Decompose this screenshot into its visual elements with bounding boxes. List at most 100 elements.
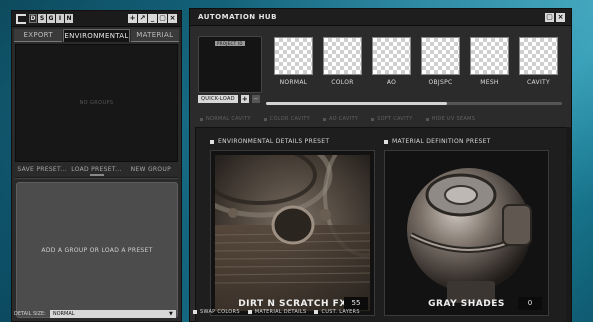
option-label: HIDE UV SEAMS xyxy=(431,116,476,122)
toggle-label: MATERIAL DETAILS xyxy=(254,309,307,315)
map-slots: NORMAL COLOR AO OBJSPC MESH CAVITY xyxy=(274,37,558,86)
toggle-cust-layers[interactable]: CUST. LAYERS xyxy=(314,309,359,315)
add-window-button[interactable]: + xyxy=(128,14,137,23)
material-toggles: SWAP COLORS MATERIAL DETAILS CUST. LAYER… xyxy=(193,309,360,315)
option-ao-cavity[interactable]: AO CAVITY xyxy=(323,116,358,122)
checkbox-icon xyxy=(247,310,252,314)
content-scrollbar[interactable] xyxy=(566,127,571,322)
panel-tabs: EXPORT ENVIRONMENTAL MATERIAL xyxy=(12,29,181,42)
slider-fill xyxy=(266,102,447,105)
option-label: COLOR CAVITY xyxy=(269,116,310,122)
quick-load-button[interactable]: QUICK-LOAD xyxy=(198,95,238,103)
toggle-material-details[interactable]: MATERIAL DETAILS xyxy=(247,309,307,315)
dropzone-text: ADD A GROUP OR LOAD A PRESET xyxy=(41,246,153,254)
maximize-button[interactable]: ▢ xyxy=(158,14,167,23)
map-label: AO xyxy=(386,79,397,86)
checkbox-icon[interactable] xyxy=(384,139,388,144)
empty-map-thumbnail xyxy=(274,37,313,75)
checkbox-icon xyxy=(314,310,319,314)
option-hide-uv-seams[interactable]: HIDE UV SEAMS xyxy=(425,116,476,122)
groups-empty-text: NO GROUPS xyxy=(79,100,114,106)
checkbox-icon[interactable] xyxy=(210,139,214,144)
close-button[interactable]: × xyxy=(168,14,177,23)
logo-letter: D xyxy=(29,14,37,23)
detail-size-dropdown[interactable]: NORMAL ▼ xyxy=(49,310,176,318)
quickload-controls: QUICK-LOAD + − xyxy=(198,95,260,103)
cavity-options: NORMAL CAVITY COLOR CAVITY AO CAVITY SOF… xyxy=(200,116,475,122)
option-label: NORMAL CAVITY xyxy=(206,116,251,122)
option-color-cavity[interactable]: COLOR CAVITY xyxy=(263,116,310,122)
new-group-button[interactable]: NEW GROUP xyxy=(124,165,178,175)
detail-size-label: DETAIL SIZE: xyxy=(14,311,46,317)
chevron-down-icon: ▼ xyxy=(169,311,173,317)
logo-letter: G xyxy=(47,14,55,23)
hub-titlebar[interactable]: AUTOMATION HUB ▢ × xyxy=(190,9,571,26)
section-title: MATERIAL DEFINITION PRESET xyxy=(392,138,491,145)
detail-size-value: NORMAL xyxy=(52,311,75,317)
checkbox-icon xyxy=(371,117,375,121)
remove-button[interactable]: − xyxy=(251,95,260,103)
window-title: AUTOMATION HUB xyxy=(198,13,277,21)
env-section-header: ENVIRONMENTAL DETAILS PRESET xyxy=(210,138,329,145)
dsgin-panel: D S G I N + ↗ _ ▢ × EXPORT ENVIRONMENTAL… xyxy=(11,10,182,322)
empty-map-thumbnail xyxy=(519,37,558,75)
toggle-label: CUST. LAYERS xyxy=(321,309,360,315)
tab-export[interactable]: EXPORT xyxy=(14,29,63,42)
map-slot-normal[interactable]: NORMAL xyxy=(274,37,313,86)
minimize-button[interactable]: _ xyxy=(148,14,157,23)
automation-hub-window: AUTOMATION HUB ▢ × PROJECT ID NORMAL COL… xyxy=(189,8,572,322)
detail-size-row: DETAIL SIZE: NORMAL ▼ xyxy=(14,310,176,318)
option-soft-cavity[interactable]: SOFT CAVITY xyxy=(371,116,412,122)
quickload-slider[interactable] xyxy=(266,102,562,105)
map-label: CAVITY xyxy=(527,79,550,86)
group-dropzone[interactable]: ADD A GROUP OR LOAD A PRESET xyxy=(16,182,178,318)
preset-count-badge: 0 xyxy=(518,297,542,310)
logo-letters: D S G I N xyxy=(29,14,73,23)
checkbox-icon xyxy=(193,310,197,314)
panel-divider xyxy=(15,177,178,179)
map-label: NORMAL xyxy=(279,79,308,86)
option-label: AO CAVITY xyxy=(329,116,359,122)
empty-map-thumbnail xyxy=(323,37,362,75)
close-button[interactable]: × xyxy=(556,12,565,22)
map-slot-color[interactable]: COLOR xyxy=(323,37,362,86)
popout-button[interactable]: ↗ xyxy=(138,14,147,23)
preset-content: ENVIRONMENTAL DETAILS PRESET MATERIAL DE… xyxy=(195,127,567,322)
option-label: SOFT CAVITY xyxy=(377,116,413,122)
option-normal-cavity[interactable]: NORMAL CAVITY xyxy=(200,116,251,122)
map-label: MESH xyxy=(480,79,499,86)
dsgin-logo-icon xyxy=(16,13,26,24)
mat-preset-card[interactable]: GRAY SHADES 0 xyxy=(384,150,549,316)
empty-map-thumbnail xyxy=(372,37,411,75)
checkbox-icon xyxy=(425,117,429,121)
resize-grip-icon[interactable] xyxy=(90,174,104,176)
env-preset-card[interactable]: DIRT N SCRATCH FX 55 xyxy=(210,150,375,316)
map-slot-ao[interactable]: AO xyxy=(372,37,411,86)
map-slot-mesh[interactable]: MESH xyxy=(470,37,509,86)
map-slot-cavity[interactable]: CAVITY xyxy=(519,37,558,86)
map-slot-objspc[interactable]: OBJSPC xyxy=(421,37,460,86)
logo-letter: S xyxy=(38,14,46,23)
empty-map-thumbnail xyxy=(470,37,509,75)
mat-section-header: MATERIAL DEFINITION PRESET xyxy=(384,138,491,145)
gray-shades-preview-image xyxy=(389,155,544,311)
checkbox-icon xyxy=(323,117,326,121)
map-label: COLOR xyxy=(331,79,354,86)
map-label: OBJSPC xyxy=(428,79,453,86)
checkbox-icon xyxy=(200,117,203,121)
save-preset-button[interactable]: SAVE PRESET... xyxy=(15,165,69,175)
empty-map-thumbnail xyxy=(421,37,460,75)
toggle-swap-colors[interactable]: SWAP COLORS xyxy=(193,309,240,315)
preview-label: PROJECT ID xyxy=(215,41,245,46)
project-preview[interactable]: PROJECT ID xyxy=(198,36,262,93)
checkbox-icon xyxy=(263,117,267,121)
toggle-label: SWAP COLORS xyxy=(200,309,240,315)
panel-titlebar[interactable]: D S G I N + ↗ _ ▢ × xyxy=(12,11,181,27)
add-button[interactable]: + xyxy=(240,95,249,103)
tab-material[interactable]: MATERIAL xyxy=(130,29,179,42)
logo-letter: N xyxy=(65,14,73,23)
logo-letter: I xyxy=(56,14,64,23)
maximize-button[interactable]: ▢ xyxy=(545,12,554,22)
groups-list[interactable]: NO GROUPS xyxy=(15,44,178,162)
tab-environmental[interactable]: ENVIRONMENTAL xyxy=(63,29,130,42)
